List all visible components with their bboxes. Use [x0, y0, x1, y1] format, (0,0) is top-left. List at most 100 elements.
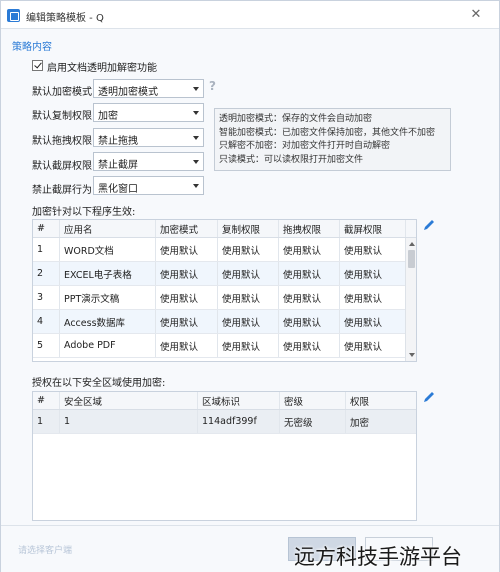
- app-name-cell: Adobe PDF: [60, 334, 156, 357]
- select-value: 黑化窗口: [98, 184, 138, 195]
- default-drag-permission-select[interactable]: 禁止拖拽: [93, 128, 204, 147]
- encrypt-mode-cell: 使用默认: [156, 286, 218, 309]
- table-header: # 应用名 加密模式 复制权限 拖拽权限 截屏权限: [33, 220, 416, 238]
- row-index: 1: [33, 238, 60, 261]
- encrypt-mode-cell: 使用默认: [156, 262, 218, 285]
- drag-permission-cell: 使用默认: [279, 286, 340, 309]
- default-copy-permission-select[interactable]: 加密: [93, 103, 204, 122]
- chevron-down-icon: [193, 87, 199, 91]
- column-header: #: [33, 392, 60, 409]
- screenshot-permission-cell: 使用默认: [340, 310, 406, 333]
- table-header: # 安全区域 区域标识 密级 权限: [33, 392, 416, 410]
- app-name-cell: Access数据库: [60, 310, 156, 333]
- table-row[interactable]: 1 1 114adf399f 无密级 加密: [33, 410, 416, 434]
- permission-cell: 加密: [346, 410, 416, 433]
- chevron-down-icon: [193, 136, 199, 140]
- select-client-link[interactable]: 请选择客户端: [18, 543, 72, 556]
- row-index: 5: [33, 334, 60, 357]
- column-header: 权限: [346, 392, 416, 409]
- table-row[interactable]: 3 PPT演示文稿 使用默认 使用默认 使用默认 使用默认: [33, 286, 406, 310]
- zones-table: # 安全区域 区域标识 密级 权限 1 1 114adf399f 无密级 加密: [32, 391, 417, 521]
- row-index: 3: [33, 286, 60, 309]
- column-header: 复制权限: [218, 220, 279, 237]
- row-index: 2: [33, 262, 60, 285]
- column-header: 加密模式: [156, 220, 218, 237]
- table-row[interactable]: 2 EXCEL电子表格 使用默认 使用默认 使用默认 使用默认: [33, 262, 406, 286]
- app-name-cell: PPT演示文稿: [60, 286, 156, 309]
- vertical-scrollbar[interactable]: [405, 238, 416, 361]
- column-header: 应用名: [60, 220, 156, 237]
- column-header: 拖拽权限: [279, 220, 340, 237]
- edit-pencil-icon[interactable]: [422, 390, 436, 404]
- select-value: 透明加密模式: [98, 87, 158, 98]
- app-name-cell: WORD文档: [60, 238, 156, 261]
- table-row[interactable]: 4 Access数据库 使用默认 使用默认 使用默认 使用默认: [33, 310, 406, 334]
- programs-table-title: 加密针对以下程序生效:: [32, 207, 136, 218]
- screenshot-permission-cell: 使用默认: [340, 334, 406, 357]
- table-row[interactable]: 5 Adobe PDF 使用默认 使用默认 使用默认 使用默认: [33, 334, 406, 358]
- chevron-down-icon: [193, 184, 199, 188]
- help-icon[interactable]: ?: [209, 80, 221, 92]
- select-value: 禁止拖拽: [98, 136, 138, 147]
- dialog-window: 编辑策略模板 - Q ✕ 策略内容 启用文档透明加解密功能 默认加密模式 透明加…: [0, 0, 500, 572]
- encrypt-mode-cell: 使用默认: [156, 334, 218, 357]
- security-level-cell: 无密级: [280, 410, 346, 433]
- zones-table-title: 授权在以下安全区域使用加密:: [32, 378, 166, 389]
- table-row[interactable]: 1 WORD文档 使用默认 使用默认 使用默认 使用默认: [33, 238, 406, 262]
- tooltip-line: 智能加密模式：已加密文件保持加密，其他文件不加密: [219, 127, 436, 138]
- encrypt-mode-tooltip: 透明加密模式：保存的文件会自动加密 智能加密模式：已加密文件保持加密，其他文件不…: [214, 108, 451, 171]
- copy-permission-cell: 使用默认: [218, 310, 279, 333]
- title-bar: 编辑策略模板 - Q ✕: [1, 1, 499, 29]
- row-index: 4: [33, 310, 60, 333]
- encrypt-mode-cell: 使用默认: [156, 238, 218, 261]
- default-screenshot-permission-label: 默认截屏权限: [32, 161, 92, 172]
- section-title: 策略内容: [12, 42, 52, 53]
- app-icon: [7, 9, 20, 22]
- encrypt-mode-cell: 使用默认: [156, 310, 218, 333]
- chevron-down-icon: [193, 111, 199, 115]
- drag-permission-cell: 使用默认: [279, 262, 340, 285]
- column-header: #: [33, 220, 60, 237]
- app-name-cell: EXCEL电子表格: [60, 262, 156, 285]
- tooltip-line: 只读模式：可以读权限打开加密文件: [219, 154, 364, 165]
- tooltip-line: 透明加密模式：保存的文件会自动加密: [219, 114, 373, 124]
- column-header: 区域标识: [198, 392, 280, 409]
- scrollbar-thumb[interactable]: [408, 250, 415, 268]
- default-encrypt-mode-label: 默认加密模式: [32, 87, 92, 98]
- drag-permission-cell: 使用默认: [279, 238, 340, 261]
- select-value: 加密: [98, 111, 118, 122]
- enable-encryption-label: 启用文档透明加解密功能: [47, 63, 157, 74]
- column-header: 密级: [280, 392, 346, 409]
- column-header: 截屏权限: [340, 220, 406, 237]
- drag-permission-cell: 使用默认: [279, 334, 340, 357]
- scroll-up-icon[interactable]: [409, 242, 415, 246]
- zone-name-cell: 1: [60, 410, 198, 433]
- tooltip-line: 只解密不加密：对加密文件打开时自动解密: [219, 141, 391, 151]
- copy-permission-cell: 使用默认: [218, 238, 279, 261]
- default-encrypt-mode-select[interactable]: 透明加密模式: [93, 79, 204, 98]
- checkbox-checked-icon[interactable]: [32, 60, 43, 71]
- watermark-text: 远方科技手游平台: [294, 545, 462, 569]
- copy-permission-cell: 使用默认: [218, 286, 279, 309]
- screenshot-permission-cell: 使用默认: [340, 286, 406, 309]
- default-screenshot-permission-select[interactable]: 禁止截屏: [93, 152, 204, 171]
- copy-permission-cell: 使用默认: [218, 334, 279, 357]
- edit-pencil-icon[interactable]: [422, 218, 436, 232]
- column-header: 安全区域: [60, 392, 198, 409]
- screenshot-permission-cell: 使用默认: [340, 262, 406, 285]
- zone-id-cell: 114adf399f: [198, 410, 280, 433]
- scroll-down-icon[interactable]: [409, 353, 415, 357]
- row-index: 1: [33, 410, 60, 433]
- drag-permission-cell: 使用默认: [279, 310, 340, 333]
- window-title: 编辑策略模板 - Q: [26, 13, 104, 24]
- default-copy-permission-label: 默认复制权限: [32, 111, 92, 122]
- select-value: 禁止截屏: [98, 160, 138, 171]
- programs-table: # 应用名 加密模式 复制权限 拖拽权限 截屏权限 1 WORD文档 使用默认 …: [32, 219, 417, 362]
- screenshot-permission-cell: 使用默认: [340, 238, 406, 261]
- chevron-down-icon: [193, 160, 199, 164]
- screenshot-block-behavior-label: 禁止截屏行为: [32, 185, 92, 196]
- copy-permission-cell: 使用默认: [218, 262, 279, 285]
- default-drag-permission-label: 默认拖拽权限: [32, 136, 92, 147]
- close-icon[interactable]: ✕: [467, 6, 485, 24]
- screenshot-block-behavior-select[interactable]: 黑化窗口: [93, 176, 204, 195]
